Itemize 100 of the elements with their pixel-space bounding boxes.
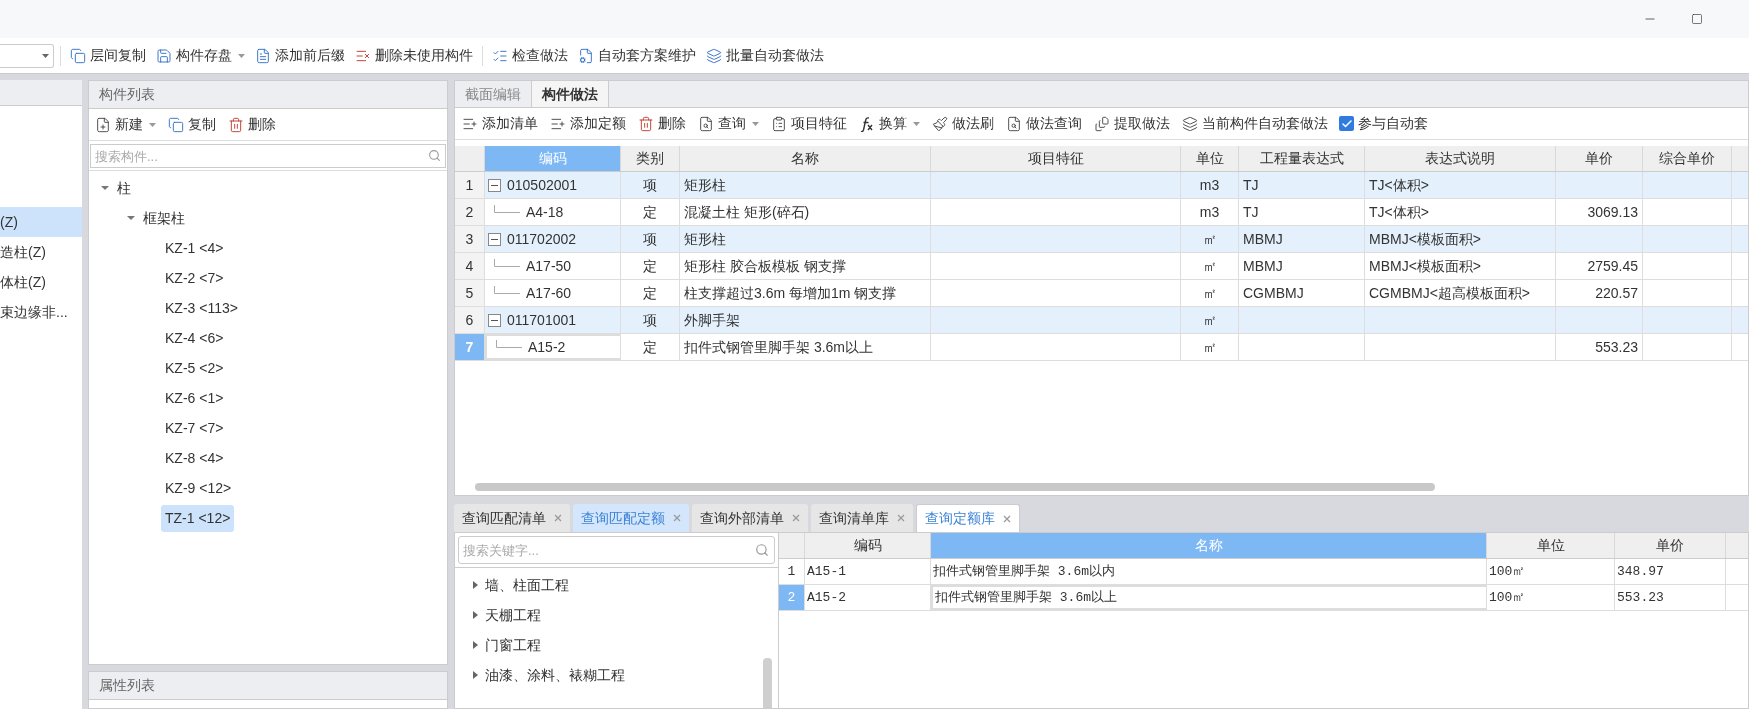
toolbar-button[interactable]: 构件存盘 [151, 41, 250, 70]
tree-item[interactable]: 油漆、涂料、裱糊工程 [485, 664, 625, 686]
close-icon[interactable] [792, 514, 800, 522]
scrollbar[interactable] [475, 483, 1435, 491]
column-header[interactable]: 名称 [680, 146, 931, 171]
tree-item[interactable]: KZ-2 <7> [161, 264, 228, 292]
toolbar-button[interactable]: 层间复制 [65, 41, 151, 70]
scrollbar[interactable] [763, 658, 772, 708]
column-header[interactable]: 单位 [1487, 533, 1615, 558]
toolbar-button[interactable]: 当前构件自动套做法 [1179, 113, 1331, 134]
tree-item[interactable]: 天棚工程 [485, 604, 541, 626]
column-header[interactable]: 单价 [1556, 146, 1643, 171]
toolbar-button[interactable]: 删除未使用构件 [350, 41, 478, 70]
panel-button[interactable]: 新建 [93, 114, 158, 135]
expand-arrow-icon[interactable] [473, 611, 479, 619]
close-icon[interactable] [1003, 514, 1011, 523]
search-field[interactable]: 搜索关键字... [458, 536, 775, 564]
category-item[interactable]: 造柱(Z) [0, 237, 82, 267]
code-cell[interactable]: 010502001 [485, 172, 621, 198]
tree-item[interactable]: KZ-9 <12> [161, 474, 236, 502]
row-number[interactable]: 4 [455, 253, 485, 279]
toolbar-button[interactable]: 检查做法 [487, 41, 573, 70]
category-item[interactable]: 束边缘非... [0, 297, 82, 327]
tree-item[interactable]: KZ-7 <7> [161, 414, 228, 442]
tree-item[interactable]: 门窗工程 [485, 634, 541, 656]
expand-arrow-icon[interactable] [473, 581, 479, 589]
code-cell[interactable]: A4-18 [485, 199, 621, 225]
tree-item[interactable]: 柱 [113, 174, 135, 202]
table-cell: 定 [621, 199, 680, 225]
panel-button[interactable]: 复制 [166, 114, 218, 135]
row-number[interactable]: 1 [779, 559, 805, 584]
row-number[interactable]: 1 [455, 172, 485, 198]
expand-arrow-icon[interactable] [473, 671, 479, 679]
table-cell: 矩形柱 胶合板模板 钢支撑 [680, 253, 931, 279]
column-header[interactable]: 单位 [1181, 146, 1239, 171]
toolbar-button[interactable]: 做法查询 [1003, 113, 1085, 134]
category-item[interactable]: 体柱(Z) [0, 267, 82, 297]
tab[interactable]: 查询定额库 [916, 504, 1020, 532]
row-number[interactable]: 2 [455, 199, 485, 225]
column-header[interactable]: 项目特征 [931, 146, 1181, 171]
column-header[interactable]: 工程量表达式 [1239, 146, 1365, 171]
close-icon[interactable] [673, 514, 681, 522]
toolbar-button[interactable]: 批量自动套做法 [701, 41, 829, 70]
code-cell[interactable]: A15-2 [485, 334, 621, 360]
row-number[interactable]: 5 [455, 280, 485, 306]
maximize-icon[interactable] [1691, 13, 1703, 25]
close-icon[interactable] [554, 514, 562, 522]
table-cell: 定 [621, 334, 680, 360]
tree-item[interactable]: TZ-1 <12> [161, 504, 235, 532]
table-cell: MBMJ<模板面积> [1365, 253, 1556, 279]
tree-item[interactable]: 框架柱 [139, 204, 189, 232]
tab[interactable]: 查询匹配清单 [454, 504, 570, 532]
search-icon [755, 543, 769, 557]
toolbar-button[interactable]: 查询 [695, 113, 762, 134]
close-icon[interactable] [897, 514, 905, 522]
collapse-icon[interactable] [488, 232, 501, 246]
column-header[interactable]: 表达式说明 [1365, 146, 1556, 171]
tree-item[interactable]: 墙、柱面工程 [485, 574, 569, 596]
document-icon [255, 47, 271, 64]
toolbar-button[interactable]: 添加清单 [459, 113, 541, 134]
panel-button[interactable]: 删除 [226, 114, 278, 135]
toolbar-button[interactable]: 添加定额 [547, 113, 629, 134]
column-header[interactable]: 单价 [1615, 533, 1726, 558]
column-header[interactable]: 类别 [621, 146, 680, 171]
table-cell: 混凝土柱 矩形(碎石) [680, 199, 931, 225]
table-cell: 矩形柱 [680, 226, 931, 252]
table-cell: ㎡ [1181, 334, 1239, 360]
table-cell: 2759.45 [1556, 253, 1643, 279]
tree-item[interactable]: KZ-3 <113> [161, 294, 242, 322]
checkbox[interactable] [1339, 116, 1354, 131]
toolbar-button[interactable]: 删除 [635, 113, 689, 134]
collapse-icon[interactable] [488, 313, 501, 327]
tab[interactable]: 构件做法 [532, 81, 609, 107]
code-cell[interactable]: 011702002 [485, 226, 621, 252]
toolbar-button[interactable]: 做法刷 [929, 113, 997, 134]
search-field[interactable]: 搜索构件... [90, 144, 446, 168]
row-number[interactable]: 3 [455, 226, 485, 252]
category-item[interactable]: (Z) [0, 207, 82, 237]
column-header[interactable]: 综合单价 [1643, 146, 1732, 171]
toolbar-button[interactable]: 自动套方案维护 [573, 41, 701, 70]
tab[interactable]: 查询清单库 [811, 504, 913, 532]
dropdown-field[interactable] [0, 43, 54, 68]
row-number[interactable]: 6 [455, 307, 485, 333]
tab[interactable]: 查询外部清单 [692, 504, 808, 532]
expand-arrow-icon[interactable] [473, 641, 479, 649]
tree-item[interactable]: KZ-6 <1> [161, 384, 228, 412]
code-cell[interactable]: 011701001 [485, 307, 621, 333]
tree-item[interactable]: KZ-8 <4> [161, 444, 228, 472]
tree-item[interactable]: KZ-5 <2> [161, 354, 228, 382]
toolbar-button[interactable]: 添加前后缀 [250, 41, 350, 70]
tree-item[interactable]: KZ-1 <4> [161, 234, 228, 262]
tree-item[interactable]: KZ-4 <6> [161, 324, 228, 352]
expand-arrow-icon[interactable] [101, 184, 109, 192]
toolbar-button[interactable]: 提取做法 [1091, 113, 1173, 134]
toolbar-button[interactable]: 项目特征 [768, 113, 850, 134]
expand-arrow-icon[interactable] [127, 214, 135, 222]
toolbar-button[interactable]: 换算 [856, 113, 923, 134]
code-cell[interactable]: A17-50 [485, 253, 621, 279]
collapse-icon[interactable] [488, 178, 501, 192]
code-cell[interactable]: A17-60 [485, 280, 621, 306]
